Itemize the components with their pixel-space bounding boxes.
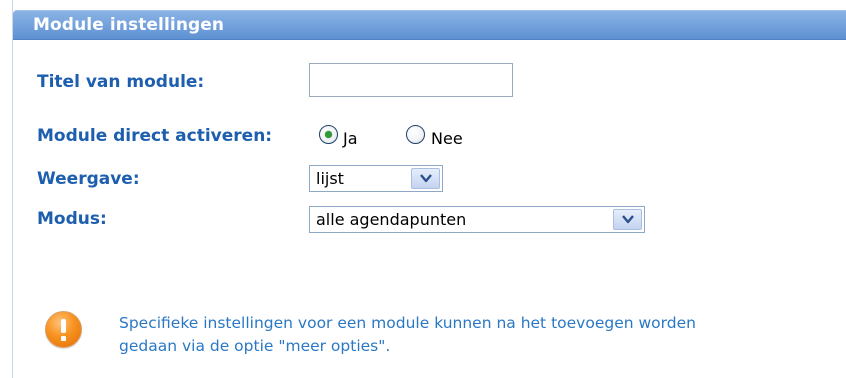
exclamation-icon xyxy=(45,311,82,348)
activate-label: Module direct activeren: xyxy=(37,126,273,146)
radio-ja[interactable] xyxy=(319,125,338,144)
panel-header: Module instellingen xyxy=(13,10,846,40)
chevron-down-icon[interactable] xyxy=(613,209,642,230)
view-label: Weergave: xyxy=(37,169,140,189)
notice-line-1: Specifieke instellingen voor een module … xyxy=(119,314,696,332)
chevron-down-icon[interactable] xyxy=(411,168,440,189)
radio-nee[interactable] xyxy=(406,125,425,144)
radio-ja-label[interactable]: Ja xyxy=(343,129,358,148)
mode-label: Modus: xyxy=(37,209,107,229)
notice-line-2: gedaan via de optie "meer opties". xyxy=(119,337,391,355)
radio-selected-dot xyxy=(325,131,332,138)
info-notice: Specifieke instellingen voor een module … xyxy=(119,312,839,358)
view-select-value: lijst xyxy=(316,169,344,188)
mode-select[interactable]: alle agendapunten xyxy=(309,206,645,233)
module-settings-panel: Module instellingen Titel van module: Mo… xyxy=(12,0,846,378)
panel-title: Module instellingen xyxy=(33,15,225,35)
radio-nee-label[interactable]: Nee xyxy=(431,129,463,148)
module-title-input[interactable] xyxy=(309,63,513,97)
mode-select-value: alle agendapunten xyxy=(316,210,467,229)
title-label: Titel van module: xyxy=(37,72,205,92)
view-select[interactable]: lijst xyxy=(309,165,443,192)
